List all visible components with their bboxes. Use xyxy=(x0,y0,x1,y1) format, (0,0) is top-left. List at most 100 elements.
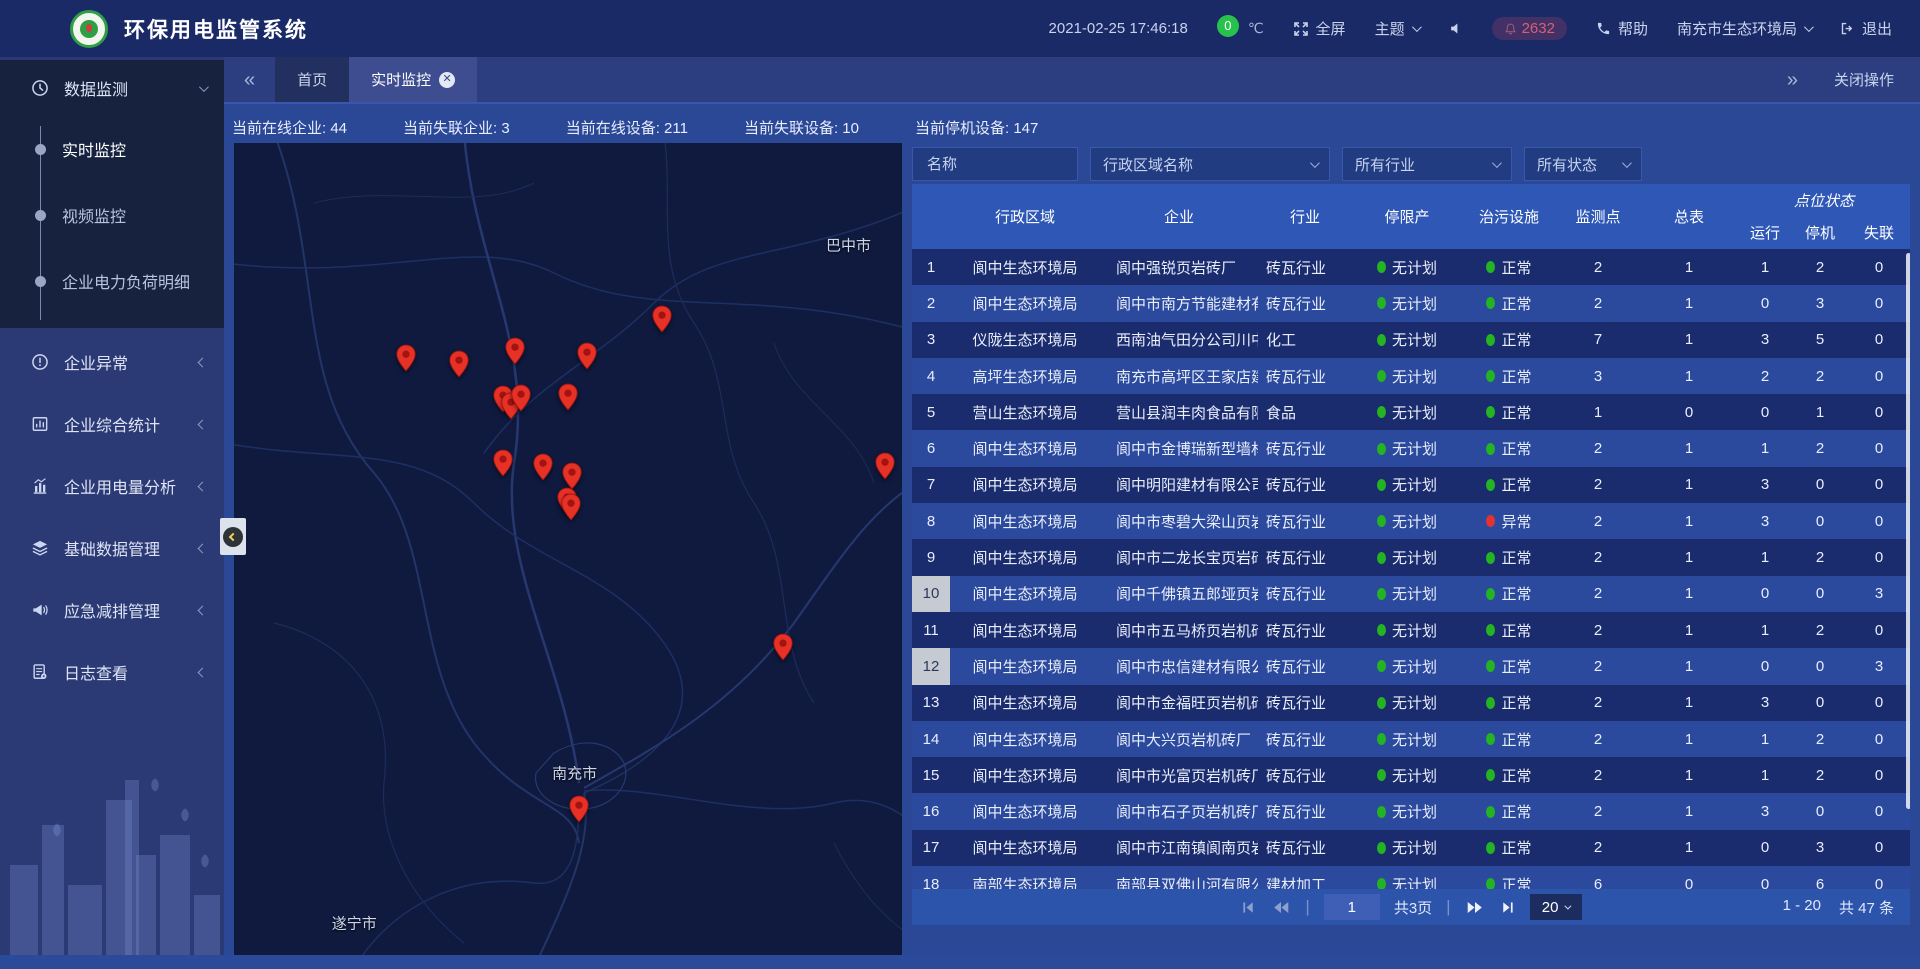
first-page-icon[interactable] xyxy=(1240,900,1257,915)
logout-button[interactable]: 退出 xyxy=(1840,18,1892,39)
col-header: 行业 xyxy=(1258,184,1352,249)
datetime: 2021-02-25 17:46:18 xyxy=(1049,20,1188,37)
table-row[interactable]: 2阆中生态环境局阆中市南方节能建材有砖瓦行业无计划正常21030 xyxy=(912,285,1910,321)
prev-page-icon[interactable] xyxy=(1271,900,1291,915)
table-row[interactable]: 17阆中生态环境局阆中市江南镇阆南页岩砖瓦行业无计划正常21030 xyxy=(912,830,1910,866)
lost-count-cell: 0 xyxy=(1848,430,1910,466)
tab-close-icon[interactable]: ✕ xyxy=(439,72,455,88)
org-dropdown[interactable]: 南充市生态环境局 xyxy=(1677,18,1811,39)
table-row[interactable]: 5营山生态环境局营山县润丰肉食品有限食品无计划正常10010 xyxy=(912,394,1910,430)
table-row[interactable]: 7阆中生态环境局阆中明阳建材有限公司砖瓦行业无计划正常21300 xyxy=(912,467,1910,503)
sidebar-item[interactable]: 日志查看 xyxy=(0,644,224,700)
sidebar-subitem[interactable]: 视频监控 xyxy=(0,182,224,248)
sidebar-group: 数据监测实时监控视频监控企业电力负荷明细 xyxy=(0,60,224,328)
sidebar-item[interactable]: 基础数据管理 xyxy=(0,520,224,576)
monitor-count-cell: 2 xyxy=(1556,612,1640,648)
name-filter-field[interactable] xyxy=(912,147,1078,181)
status-dot-icon xyxy=(1486,515,1495,527)
tab[interactable]: 首页 xyxy=(275,57,349,102)
sidebar-item[interactable]: 数据监测 xyxy=(0,60,224,116)
sidebar-item[interactable]: 企业综合统计 xyxy=(0,396,224,452)
status-dot-icon xyxy=(1486,334,1495,346)
table-row[interactable]: 1阆中生态环境局阆中强锐页岩砖厂砖瓦行业无计划正常21120 xyxy=(912,249,1910,285)
next-page-icon[interactable] xyxy=(1465,900,1485,915)
table-row[interactable]: 13阆中生态环境局阆中市金福旺页岩机砖砖瓦行业无计划正常21300 xyxy=(912,685,1910,721)
map-pin-icon[interactable] xyxy=(505,337,526,370)
sidebar-subitem[interactable]: 实时监控 xyxy=(0,116,224,182)
industry-cell: 砖瓦行业 xyxy=(1258,430,1352,466)
table-row[interactable]: 8阆中生态环境局阆中市枣碧大梁山页岩砖瓦行业无计划异常21300 xyxy=(912,503,1910,539)
table-row[interactable]: 14阆中生态环境局阆中大兴页岩机砖厂砖瓦行业无计划正常21120 xyxy=(912,721,1910,757)
map-pin-icon[interactable] xyxy=(568,795,589,828)
close-operations-button[interactable]: 关闭操作 xyxy=(1834,69,1894,90)
map-pin-icon[interactable] xyxy=(577,342,598,375)
region-cell: 阆中生态环境局 xyxy=(950,249,1100,285)
theme-dropdown[interactable]: 主题 xyxy=(1375,18,1419,39)
map-pin-icon[interactable] xyxy=(493,449,514,482)
city-label: 巴中市 xyxy=(826,234,871,255)
table-row[interactable]: 15阆中生态环境局阆中市光富页岩机砖厂砖瓦行业无计划正常21120 xyxy=(912,757,1910,793)
running-count-cell: 0 xyxy=(1738,285,1792,321)
map-pin-icon[interactable] xyxy=(558,383,579,416)
industry-cell: 砖瓦行业 xyxy=(1258,467,1352,503)
col-header: 失联 xyxy=(1848,222,1910,243)
limit-status-cell: 无计划 xyxy=(1352,539,1462,575)
help-button[interactable]: 帮助 xyxy=(1596,18,1648,39)
chevron-down-icon xyxy=(199,82,209,92)
status-filter-select[interactable]: 所有状态 xyxy=(1524,147,1642,181)
name-filter-input[interactable] xyxy=(925,155,1065,174)
map-pin-icon[interactable] xyxy=(874,452,895,485)
sidebar-subitem[interactable]: 企业电力负荷明细 xyxy=(0,248,224,314)
tabs-scroll-left-icon[interactable]: « xyxy=(224,70,275,90)
row-number-cell: 10 xyxy=(912,576,950,612)
region-filter-select[interactable]: 行政区域名称 xyxy=(1090,147,1330,181)
status-dot-icon xyxy=(1486,552,1495,564)
sidebar-item[interactable]: 企业异常 xyxy=(0,334,224,390)
map-pin-icon[interactable] xyxy=(652,305,673,338)
table-row[interactable]: 11阆中生态环境局阆中市五马桥页岩机砖砖瓦行业无计划正常21120 xyxy=(912,612,1910,648)
table-scrollbar[interactable] xyxy=(1906,253,1910,809)
table-row[interactable]: 18南部生态环境局南部县双佛山河有限公建材加工无计划正常60060 xyxy=(912,866,1910,889)
region-cell: 仪陇生态环境局 xyxy=(950,322,1100,358)
map-pin-icon[interactable] xyxy=(533,454,554,487)
running-count-cell: 1 xyxy=(1738,721,1792,757)
table-row[interactable]: 10阆中生态环境局阆中千佛镇五郎垭页岩砖瓦行业无计划正常21003 xyxy=(912,576,1910,612)
table-row[interactable]: 6阆中生态环境局阆中市金博瑞新型墙材砖瓦行业无计划正常21120 xyxy=(912,430,1910,466)
table-row[interactable]: 4高坪生态环境局南充市高坪区王家店建砖瓦行业无计划正常31220 xyxy=(912,358,1910,394)
sidebar-item[interactable]: 应急减排管理 xyxy=(0,582,224,638)
sound-toggle[interactable] xyxy=(1448,21,1463,36)
map-pin-icon[interactable] xyxy=(560,493,581,526)
sidebar-item[interactable]: 企业用电量分析 xyxy=(0,458,224,514)
company-cell: 阆中强锐页岩砖厂 xyxy=(1100,249,1258,285)
limit-status-cell: 无计划 xyxy=(1352,467,1462,503)
last-page-icon[interactable] xyxy=(1499,900,1516,915)
notification-badge[interactable]: 2632 xyxy=(1492,17,1567,40)
limit-status-cell: 无计划 xyxy=(1352,394,1462,430)
map-pin-icon[interactable] xyxy=(773,633,794,666)
monitor-count-cell: 2 xyxy=(1556,757,1640,793)
table-row[interactable]: 9阆中生态环境局阆中市二龙长宝页岩砖砖瓦行业无计划正常21120 xyxy=(912,539,1910,575)
stopped-count-cell: 0 xyxy=(1792,576,1848,612)
building-silhouette xyxy=(160,835,190,955)
map-pin-icon[interactable] xyxy=(396,345,417,378)
page-number-input[interactable] xyxy=(1324,894,1380,920)
row-number-cell: 3 xyxy=(912,322,950,358)
map-pin-icon[interactable] xyxy=(510,384,531,417)
total-meter-cell: 1 xyxy=(1640,612,1738,648)
tabs-scroll-right-icon[interactable]: » xyxy=(1787,70,1798,90)
fullscreen-button[interactable]: 全屏 xyxy=(1293,18,1346,39)
table-row[interactable]: 12阆中生态环境局阆中市忠信建材有限公砖瓦行业无计划正常21003 xyxy=(912,648,1910,684)
tab[interactable]: 实时监控✕ xyxy=(349,57,477,102)
table-row[interactable]: 16阆中生态环境局阆中市石子页岩机砖厂砖瓦行业无计划正常21300 xyxy=(912,793,1910,829)
monitor-count-cell: 2 xyxy=(1556,285,1640,321)
page-size-select[interactable]: 20 xyxy=(1530,894,1582,920)
sidebar-collapse-button[interactable] xyxy=(220,518,246,555)
map-pin-icon[interactable] xyxy=(449,350,470,383)
status-dot-icon xyxy=(1377,842,1386,854)
industry-filter-select[interactable]: 所有行业 xyxy=(1342,147,1512,181)
map-panel[interactable]: 巴中市南充市遂宁市 xyxy=(234,143,902,956)
running-count-cell: 0 xyxy=(1738,648,1792,684)
sidebar-item-label: 企业异常 xyxy=(64,350,199,374)
table-row[interactable]: 3仪陇生态环境局西南油气田分公司川中化工无计划正常71350 xyxy=(912,322,1910,358)
chart-icon xyxy=(30,476,50,496)
